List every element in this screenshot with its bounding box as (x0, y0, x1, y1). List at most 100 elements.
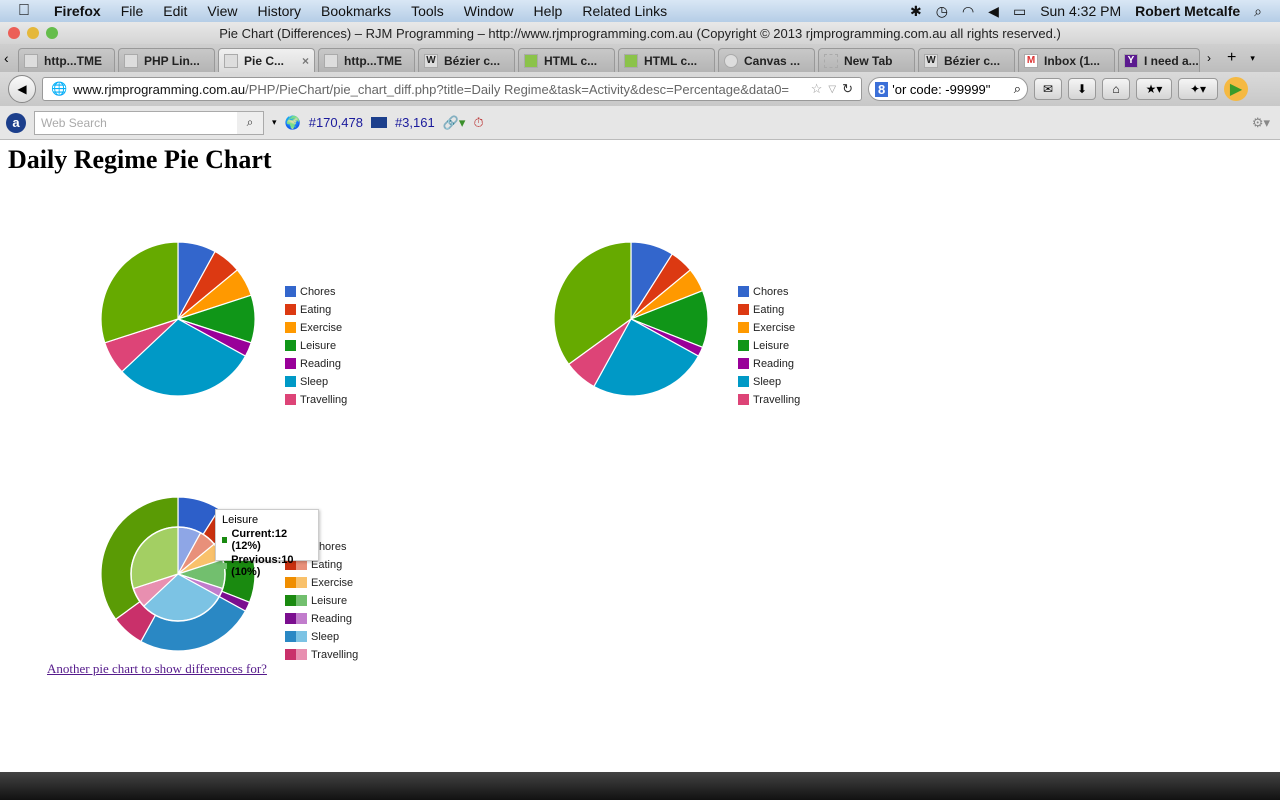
new-tab-button[interactable]: + (1227, 49, 1236, 67)
tab[interactable]: Canvas ... (718, 48, 815, 72)
legend-label[interactable]: Exercise (311, 577, 353, 589)
zoom-window-button[interactable] (46, 27, 58, 39)
search-box[interactable]: 8 'or code: -99999" ⌕ (868, 77, 1028, 101)
legend-label[interactable]: Chores (300, 286, 336, 298)
tab-list-icon[interactable]: ▾ (1250, 53, 1255, 64)
minimize-window-button[interactable] (27, 27, 39, 39)
chart-tooltip: Leisure Current:12 (12%) Previous:10 (10… (215, 509, 319, 578)
firebug-button[interactable]: ✦▾ (1178, 78, 1218, 100)
wifi-icon[interactable]: ◠ (962, 3, 974, 20)
legend-label[interactable]: Sleep (300, 376, 328, 388)
legend-swatch-current (285, 631, 296, 642)
legend-label[interactable]: Reading (300, 358, 341, 370)
downloads-button[interactable]: ⬇ (1068, 78, 1096, 100)
legend-label[interactable]: Exercise (753, 322, 795, 334)
page-icon (324, 53, 338, 68)
menu-related-links[interactable]: Related Links (582, 3, 667, 19)
tabs-scroll-left-icon[interactable]: ‹ (4, 50, 18, 66)
search-icon[interactable]: ⌕ (237, 111, 263, 134)
menu-window[interactable]: Window (464, 3, 514, 19)
tab[interactable]: New Tab (818, 48, 915, 72)
tab[interactable]: PHP Lin... (118, 48, 215, 72)
close-window-button[interactable] (8, 27, 20, 39)
legend-swatch-current (285, 577, 296, 588)
dock (0, 772, 1280, 800)
alexa-icon[interactable]: a (6, 112, 26, 133)
menu-help[interactable]: Help (534, 3, 563, 19)
menu-tools[interactable]: Tools (411, 3, 444, 19)
back-button[interactable]: ◀ (8, 75, 36, 103)
legend-swatch-previous (296, 631, 307, 642)
timer-icon[interactable]: ⏱ (473, 115, 483, 131)
link-icon[interactable]: 🔗▾ (443, 115, 466, 131)
time-machine-icon[interactable]: ◷ (936, 3, 948, 20)
menu-bookmarks[interactable]: Bookmarks (321, 3, 391, 19)
legend-swatch (738, 376, 749, 387)
tab[interactable]: HTML c... (518, 48, 615, 72)
another-chart-link[interactable]: Another pie chart to show differences fo… (47, 661, 267, 677)
volume-icon[interactable]: ◀ (988, 3, 999, 20)
search-icon[interactable]: ⌕ (1014, 81, 1021, 97)
menu-edit[interactable]: Edit (163, 3, 187, 19)
close-tab-icon[interactable]: × (302, 54, 309, 68)
web-search-input[interactable]: Web Search ⌕ (34, 110, 264, 135)
tab[interactable]: http...TME (18, 48, 115, 72)
country-rank[interactable]: #3,161 (395, 115, 435, 130)
tab[interactable]: HTML c... (618, 48, 715, 72)
page-title: Daily Regime Pie Chart (8, 145, 272, 174)
legend-label[interactable]: Leisure (300, 340, 336, 352)
extension-button[interactable]: ✉ (1034, 78, 1062, 100)
addon-play-icon[interactable]: ▶ (1224, 77, 1248, 101)
history-dropdown-icon[interactable]: ▽ (828, 84, 836, 95)
home-button[interactable]: ⌂ (1102, 78, 1130, 100)
tabs-scroll-right-icon[interactable]: › (1207, 51, 1211, 65)
legend-label[interactable]: Reading (311, 613, 352, 625)
menu-history[interactable]: History (257, 3, 301, 19)
legend-label[interactable]: Travelling (311, 649, 358, 661)
legend-label[interactable]: Travelling (753, 394, 800, 406)
pie-chart-current: Chores Eating Exercise Leisure Reading Sleep T… (553, 241, 800, 406)
user-name[interactable]: Robert Metcalfe (1135, 3, 1240, 19)
search-input[interactable]: 'or code: -99999" (892, 82, 1009, 97)
legend-swatch-previous (296, 595, 307, 606)
menu-view[interactable]: View (207, 3, 237, 19)
tooltip-previous: Previous:10 (10%) (231, 554, 294, 578)
apple-icon[interactable]:  (18, 2, 36, 20)
tab[interactable]: YI need a... (1118, 48, 1200, 72)
url-host: www.rjmprogramming.com.au (73, 81, 246, 97)
global-rank[interactable]: #170,478 (309, 115, 363, 130)
legend-label[interactable]: Eating (300, 304, 331, 316)
url-bar[interactable]: 🌐 www.rjmprogramming.com.au/PHP/PieChart… (42, 77, 862, 101)
gmail-icon: M (1024, 53, 1038, 68)
legend-swatch-current (285, 613, 296, 624)
legend-label[interactable]: Travelling (300, 394, 347, 406)
bluetooth-icon[interactable]: ✱ (910, 3, 922, 20)
pie-chart-previous: Chores Eating Exercise Leisure Reading Sleep T… (100, 241, 347, 406)
legend-label[interactable]: Leisure (311, 595, 347, 607)
legend-swatch (738, 322, 749, 333)
tab-active[interactable]: Pie C... × (218, 48, 315, 72)
legend-label[interactable]: Sleep (753, 376, 781, 388)
legend-label[interactable]: Exercise (300, 322, 342, 334)
legend-label[interactable]: Chores (753, 286, 789, 298)
tab[interactable]: W Bézier c... (918, 48, 1015, 72)
gear-icon[interactable]: ⚙▾ (1252, 115, 1270, 131)
tab[interactable]: M Inbox (1... (1018, 48, 1115, 72)
menu-file[interactable]: File (121, 3, 144, 19)
legend-label[interactable]: Leisure (753, 340, 789, 352)
clock[interactable]: Sun 4:32 PM (1040, 3, 1121, 19)
menu-app[interactable]: Firefox (54, 3, 101, 19)
legend-swatch-previous (296, 577, 307, 588)
dropdown-icon[interactable]: ▾ (272, 117, 277, 128)
bookmarks-button[interactable]: ★▾ (1136, 78, 1172, 100)
reload-icon[interactable]: ↻ (842, 81, 853, 97)
battery-icon[interactable]: ▭ (1013, 3, 1026, 20)
legend-label[interactable]: Eating (753, 304, 784, 316)
legend-label[interactable]: Sleep (311, 631, 339, 643)
tab[interactable]: W Bézier c... (418, 48, 515, 72)
tab[interactable]: http...TME (318, 48, 415, 72)
bookmark-star-icon[interactable]: ☆ (811, 81, 823, 97)
spotlight-icon[interactable]: ⌕ (1254, 3, 1262, 20)
legend-swatch (738, 358, 749, 369)
legend-label[interactable]: Reading (753, 358, 794, 370)
